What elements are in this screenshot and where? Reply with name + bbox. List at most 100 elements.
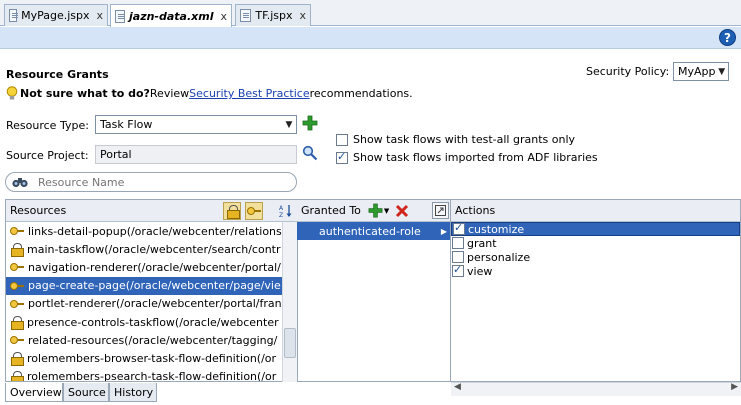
security-policy-label: Security Policy: <box>586 65 670 78</box>
resource-item-label: links-detail-popup(/oracle/webcenter/rel… <box>28 224 282 238</box>
security-policy-select[interactable]: MyApp ▼ <box>673 62 729 81</box>
resources-scrollbar[interactable] <box>282 222 297 382</box>
actions-panel: Actions customizegrantpersonalizeview <box>451 199 741 382</box>
resources-list: links-detail-popup(/oracle/webcenter/rel… <box>6 222 297 382</box>
lock-icon <box>11 316 24 331</box>
editor-tab-strip: MyPage.jspx x jazn-data.xml x TF.jspx x <box>0 0 741 27</box>
resource-item-label: rolemembers-psearch-task-flow-definition… <box>27 370 277 382</box>
page-title: Resource Grants <box>6 68 109 81</box>
option-test-all-grants[interactable]: Show task flows with test-all grants onl… <box>336 133 575 146</box>
delete-icon <box>396 204 409 217</box>
resource-search[interactable] <box>5 172 297 192</box>
close-icon[interactable]: x <box>220 10 227 23</box>
tab-history[interactable]: History <box>109 383 157 402</box>
tab-overview[interactable]: Overview <box>5 383 63 402</box>
resources-scroll-thumb[interactable] <box>284 328 296 358</box>
tip-bold: Not sure what to do? <box>20 87 150 100</box>
chevron-down-icon[interactable]: ▼ <box>384 207 389 215</box>
resource-type-label: Resource Type: <box>6 119 89 132</box>
action-checkbox[interactable] <box>452 251 464 263</box>
granted-to-header: Granted To ▼ <box>297 200 450 222</box>
tip-line: Not sure what to do? Review Security Bes… <box>6 86 413 101</box>
resources-header: Resources A Z <box>6 200 297 222</box>
close-icon[interactable]: x <box>96 9 103 22</box>
resource-item-label: presence-controls-taskflow(/oracle/webce… <box>27 315 279 329</box>
resource-name-input[interactable] <box>38 175 278 189</box>
tip-text: Review <box>149 87 190 100</box>
resource-item[interactable]: navigation-renderer(/oracle/webcenter/po… <box>6 258 297 276</box>
resource-item[interactable]: related-resources(/oracle/webcenter/tagg… <box>6 331 297 349</box>
resource-item-label: page-create-page(/oracle/webcenter/page/… <box>28 279 281 293</box>
tab-source[interactable]: Source <box>63 383 109 402</box>
tab-label: TF.jspx <box>255 9 293 22</box>
resource-item[interactable]: main-taskflow(/oracle/webcenter/search/c… <box>6 240 297 258</box>
action-row-grant[interactable]: grant <box>451 236 740 250</box>
lock-icon <box>11 352 24 367</box>
scroll-right-icon[interactable]: ▶ <box>731 382 738 392</box>
action-row-personalize[interactable]: personalize <box>451 250 740 264</box>
tab-jazn-data-xml[interactable]: jazn-data.xml x <box>110 4 232 27</box>
actions-horizontal-scrollbar[interactable]: ◀ ▶ <box>451 382 741 396</box>
resource-type-select[interactable]: Task Flow ▼ <box>95 115 297 134</box>
action-checkbox[interactable] <box>452 237 464 249</box>
action-label: personalize <box>467 250 531 264</box>
resource-item[interactable]: links-detail-popup(/oracle/webcenter/rel… <box>6 222 297 240</box>
security-best-practice-link[interactable]: Security Best Practice <box>189 87 309 100</box>
tip-after: recommendations. <box>309 87 413 100</box>
resource-type-value: Task Flow <box>100 118 153 131</box>
sort-button[interactable]: A Z <box>277 202 295 220</box>
tab-tf-jspx[interactable]: TF.jspx x <box>235 4 311 26</box>
test-all-grants-checkbox[interactable] <box>336 133 348 146</box>
scroll-left-icon[interactable]: ◀ <box>454 382 461 392</box>
resource-item[interactable]: page-create-page(/oracle/webcenter/page/… <box>6 276 297 295</box>
binoculars-icon <box>12 178 28 188</box>
action-row-customize[interactable]: customize <box>451 221 740 236</box>
editor-header-band <box>0 27 741 49</box>
resource-item[interactable]: presence-controls-taskflow(/oracle/webce… <box>6 313 297 331</box>
key-icon <box>10 299 24 308</box>
resources-header-label: Resources <box>10 204 67 217</box>
key-icon <box>247 207 261 215</box>
close-icon[interactable]: x <box>299 9 306 22</box>
add-grantee-button[interactable] <box>367 202 385 220</box>
resource-item-label: rolemembers-browser-task-flow-definition… <box>27 351 277 365</box>
source-project-field: Portal <box>95 145 297 164</box>
resource-item-label: navigation-renderer(/oracle/webcenter/po… <box>28 260 281 274</box>
expand-button[interactable] <box>432 202 449 219</box>
action-row-view[interactable]: view <box>451 263 740 278</box>
filter-locked-button[interactable] <box>223 202 241 220</box>
delete-grantee-button[interactable] <box>393 202 411 220</box>
action-label: grant <box>467 236 497 250</box>
browse-project-button[interactable] <box>302 145 318 164</box>
chevron-right-icon: ▶ <box>440 226 447 236</box>
option-label: Show task flows with test-all grants onl… <box>353 133 576 146</box>
key-icon <box>10 336 24 345</box>
add-resource-type-button[interactable] <box>302 115 318 134</box>
grantee-label: authenticated-role <box>319 224 421 238</box>
resource-item[interactable]: rolemembers-psearch-task-flow-definition… <box>6 368 297 382</box>
source-project-value: Portal <box>100 148 132 161</box>
adf-libraries-checkbox[interactable] <box>336 150 348 164</box>
tab-label: MyPage.jspx <box>21 9 90 22</box>
resource-item[interactable]: rolemembers-browser-task-flow-definition… <box>6 349 297 367</box>
svg-text:Z: Z <box>279 212 283 218</box>
svg-text:A: A <box>279 205 284 212</box>
grantee-row[interactable]: authenticated-role ▶ <box>297 222 450 240</box>
tab-source-label: Source <box>68 385 106 399</box>
security-policy-value: MyApp <box>678 65 716 78</box>
granted-to-header-label: Granted To <box>301 204 361 217</box>
resource-item-label: main-taskflow(/oracle/webcenter/search/c… <box>27 242 281 256</box>
add-icon <box>368 203 383 218</box>
resource-item[interactable]: portlet-renderer(/oracle/webcenter/porta… <box>6 295 297 313</box>
file-icon <box>240 9 252 22</box>
action-checkbox[interactable] <box>453 221 465 235</box>
source-project-label: Source Project: <box>6 149 89 162</box>
resource-item-label: related-resources(/oracle/webcenter/tagg… <box>28 333 278 347</box>
action-checkbox[interactable] <box>452 263 464 277</box>
help-icon[interactable]: ? <box>719 29 736 46</box>
chevron-down-icon: ▼ <box>285 119 293 130</box>
option-adf-libraries[interactable]: Show task flows imported from ADF librar… <box>336 150 598 164</box>
resources-panel: Resources A Z links-detail-popup(/oracle… <box>5 199 298 382</box>
filter-granted-button[interactable] <box>245 202 263 220</box>
tab-mypage-jspx[interactable]: MyPage.jspx x <box>4 4 108 26</box>
